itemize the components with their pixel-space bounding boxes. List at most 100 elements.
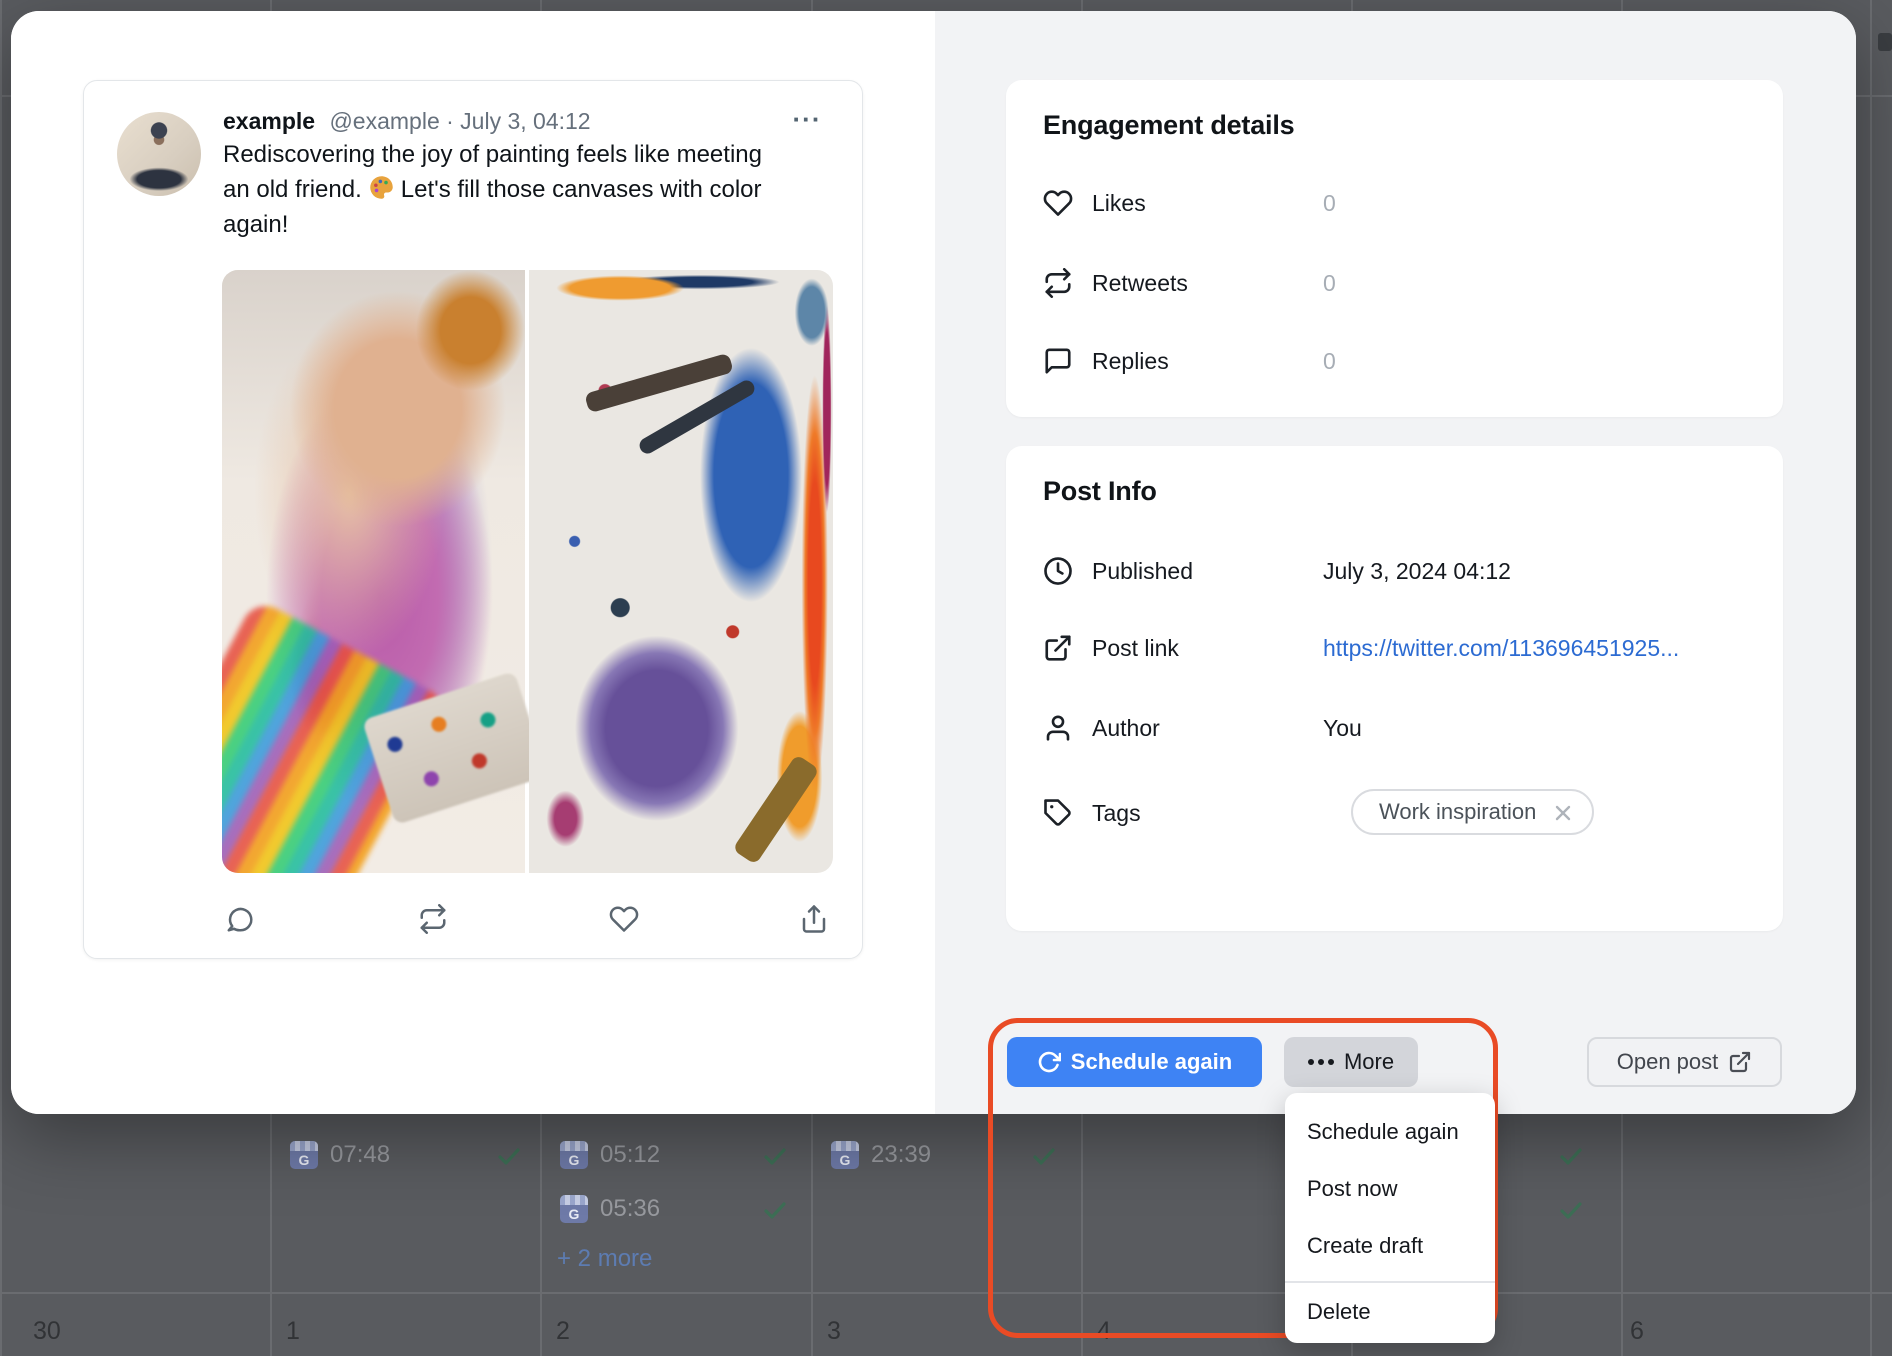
calendar-date: 3 (827, 1317, 841, 1346)
calendar-gridline (1870, 0, 1872, 1356)
published-check-icon (1558, 1143, 1584, 1169)
post-info-row-author: Author You (1043, 711, 1743, 747)
post-preview-panel: example @example · July 3, 04:12 ··· Red… (11, 11, 935, 1114)
like-icon[interactable] (609, 904, 639, 934)
calendar-event-chip: G 05:12 (560, 1141, 660, 1169)
share-icon[interactable] (799, 904, 829, 934)
tags-label: Tags (1092, 800, 1141, 827)
calendar-event-chip: G 07:48 (290, 1141, 390, 1169)
tag-icon (1043, 798, 1073, 828)
post-info-row-published: Published July 3, 2024 04:12 (1043, 554, 1743, 590)
menu-divider (1285, 1281, 1495, 1283)
tag-label: Work inspiration (1379, 799, 1536, 825)
tweet-text: Rediscovering the joy of painting feels … (223, 137, 835, 242)
tweet-header: example @example · July 3, 04:12 (223, 106, 783, 136)
calendar-gridline (0, 0, 2, 1356)
external-link-icon (1043, 633, 1073, 663)
event-time: 07:48 (330, 1141, 390, 1169)
published-check-icon (762, 1143, 788, 1169)
engagement-row-retweets: Retweets 0 (1043, 266, 1743, 302)
open-post-button[interactable]: Open post (1587, 1037, 1782, 1087)
tweet-more-button[interactable]: ··· (784, 99, 830, 139)
post-info-title: Post Info (1043, 476, 1157, 507)
published-label: Published (1092, 558, 1193, 585)
retweets-value: 0 (1323, 270, 1336, 297)
published-check-icon (1031, 1143, 1057, 1169)
refresh-icon (1037, 1050, 1061, 1074)
retweet-icon[interactable] (418, 904, 448, 934)
tweet-action-bar (84, 904, 864, 934)
palette-emoji-icon (368, 174, 395, 201)
tweet-photo-left (222, 270, 525, 873)
published-check-icon (1558, 1197, 1584, 1223)
external-link-icon (1728, 1050, 1752, 1074)
tweet-photo-right (529, 270, 833, 873)
likes-value: 0 (1323, 190, 1336, 217)
published-check-icon (762, 1197, 788, 1223)
likes-label: Likes (1092, 190, 1146, 217)
engagement-row-replies: Replies 0 (1043, 344, 1743, 380)
event-time: 05:12 (600, 1141, 660, 1169)
tweet-text-line1: Rediscovering the joy of painting feels … (223, 141, 762, 168)
tweet-text-line2a: an old friend. (223, 176, 362, 203)
tag-remove-icon[interactable] (1552, 802, 1574, 824)
menu-item-post-now[interactable]: Post now (1285, 1160, 1495, 1217)
more-dropdown-menu: Schedule again Post now Create draft Del… (1285, 1093, 1495, 1343)
event-time: 23:39 (871, 1141, 931, 1169)
more-button[interactable]: More (1284, 1037, 1418, 1087)
google-business-icon: G (560, 1141, 588, 1169)
author-label: Author (1092, 715, 1160, 742)
more-events-link: + 2 more (557, 1245, 652, 1273)
calendar-event-chip: G 23:39 (831, 1141, 931, 1169)
replies-value: 0 (1323, 348, 1336, 375)
engagement-title: Engagement details (1043, 110, 1294, 141)
reply-icon[interactable] (225, 904, 255, 934)
event-time: 05:36 (600, 1195, 660, 1223)
schedule-again-label: Schedule again (1071, 1049, 1232, 1075)
schedule-again-button[interactable]: Schedule again (1007, 1037, 1262, 1087)
open-post-label: Open post (1617, 1049, 1719, 1075)
menu-item-delete[interactable]: Delete (1285, 1289, 1495, 1335)
tweet-preview-card: example @example · July 3, 04:12 ··· Red… (83, 80, 863, 959)
engagement-row-likes: Likes 0 (1043, 186, 1743, 222)
engagement-details-card: Engagement details Likes 0 Retweets 0 Re… (1006, 80, 1783, 417)
reply-bubble-icon (1043, 346, 1073, 376)
menu-item-create-draft[interactable]: Create draft (1285, 1217, 1495, 1274)
screen: G 07:48 G 05:12 G 05:36 + 2 more G 23:39… (0, 0, 1892, 1356)
tweet-text-line2b: Let's fill those canvases with color (401, 176, 762, 203)
post-info-card: Post Info Published July 3, 2024 04:12 P… (1006, 446, 1783, 931)
published-value: July 3, 2024 04:12 (1323, 558, 1511, 585)
published-check-icon (496, 1143, 522, 1169)
brush-handle-decor (733, 754, 821, 865)
google-business-icon: G (560, 1195, 588, 1223)
calendar-event-chip: G 05:36 (560, 1195, 660, 1223)
heart-icon (1043, 188, 1073, 218)
retweet-icon (1043, 268, 1073, 298)
google-business-icon: G (831, 1141, 859, 1169)
post-details-modal: example @example · July 3, 04:12 ··· Red… (11, 11, 1856, 1114)
avatar (117, 112, 201, 196)
tweet-author-meta: @example · July 3, 04:12 (329, 108, 590, 134)
tweet-photo (222, 270, 833, 873)
clock-icon (1043, 556, 1073, 586)
tag-pill: Work inspiration (1351, 789, 1594, 835)
replies-label: Replies (1092, 348, 1169, 375)
person-icon (1043, 713, 1073, 743)
menu-item-schedule-again[interactable]: Schedule again (1285, 1103, 1495, 1160)
author-value: You (1323, 715, 1362, 742)
post-info-row-tags: Tags Work inspiration (1043, 796, 1743, 832)
more-dots-icon (1308, 1059, 1334, 1065)
calendar-date: 6 (1630, 1317, 1644, 1346)
more-label: More (1344, 1049, 1394, 1075)
google-business-icon: G (290, 1141, 318, 1169)
post-link-url[interactable]: https://twitter.com/113696451925... (1323, 635, 1679, 662)
tweet-text-line3: again! (223, 211, 288, 238)
backdrop-ui-fragment (1878, 33, 1892, 51)
calendar-gridline (0, 1292, 1892, 1294)
tweet-author-name: example (223, 108, 315, 134)
calendar-date: 4 (1097, 1317, 1111, 1346)
retweets-label: Retweets (1092, 270, 1188, 297)
post-link-label: Post link (1092, 635, 1179, 662)
calendar-date: 1 (286, 1317, 300, 1346)
post-info-row-link: Post link https://twitter.com/1136964519… (1043, 631, 1743, 667)
